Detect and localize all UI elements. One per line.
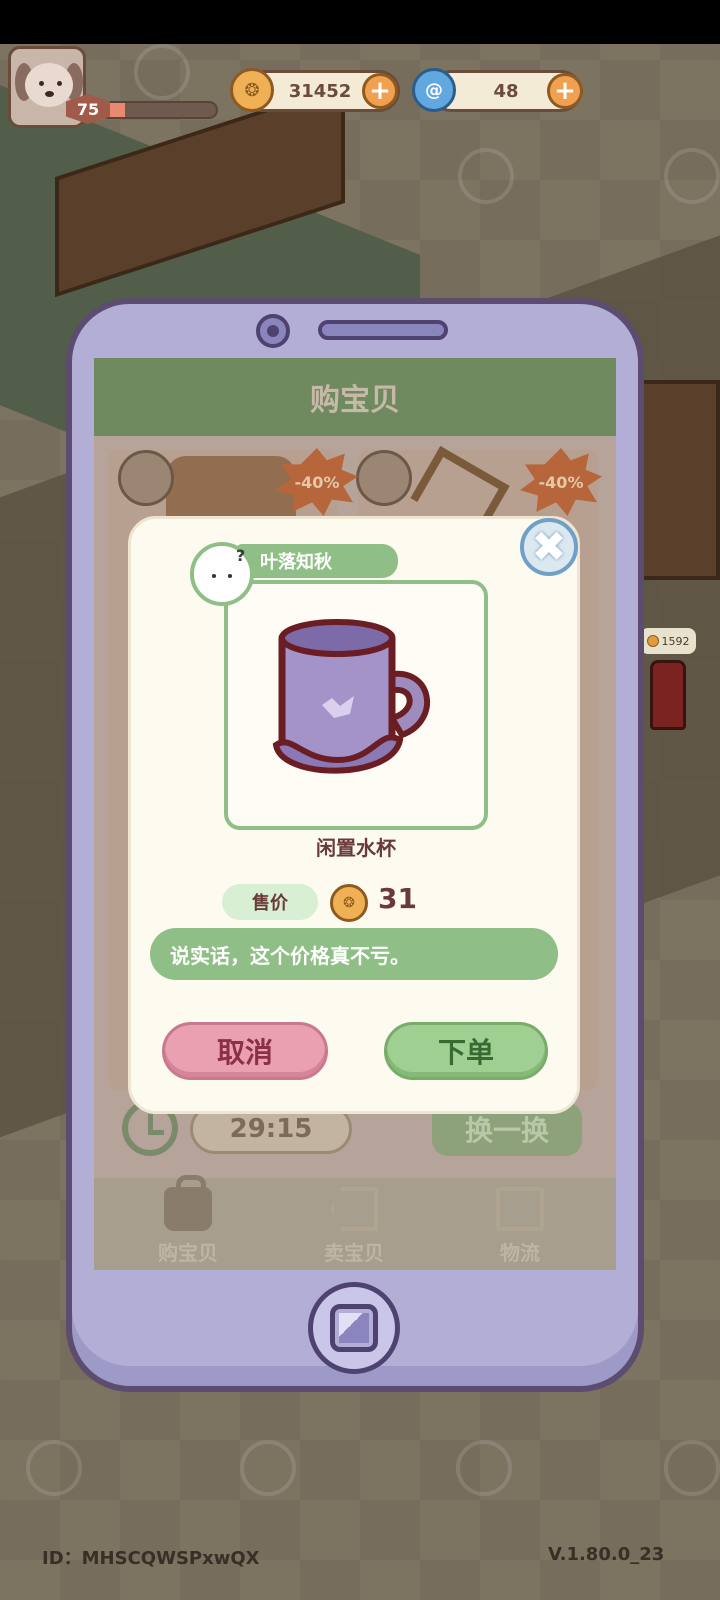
seller-name-tag: 叶落知秋 bbox=[236, 544, 398, 578]
nav-item-sell[interactable]: 卖宝贝 bbox=[294, 1180, 414, 1270]
screen-title: 购宝贝 bbox=[310, 383, 400, 418]
avatar-nose bbox=[45, 91, 54, 97]
home-square-icon bbox=[330, 1304, 378, 1352]
window-shelf bbox=[640, 380, 720, 580]
place-order-button[interactable]: 下单 bbox=[384, 1022, 548, 1080]
xp-progress-bar bbox=[100, 101, 218, 119]
avatar-eye bbox=[57, 81, 62, 86]
mailbox[interactable] bbox=[650, 660, 686, 730]
app-version: V.1.80.0_23 bbox=[548, 1544, 665, 1565]
mailbox-coin-count: 1592 bbox=[661, 634, 690, 648]
mailbox-coin-badge[interactable]: 1592 bbox=[640, 628, 696, 654]
discount-text: -40% bbox=[538, 472, 584, 492]
price-tag-icon bbox=[330, 1187, 378, 1231]
avatar-eye bbox=[212, 574, 216, 578]
seller-comment-text: 说实话，这个价格真不亏。 bbox=[170, 943, 410, 968]
discount-text: -40% bbox=[294, 472, 340, 492]
avatar-face bbox=[25, 63, 73, 107]
swirl-gem-icon: @ bbox=[412, 68, 456, 112]
price-value: 31 bbox=[378, 882, 417, 915]
cat-seller-avatar bbox=[356, 450, 412, 506]
add-coins-button[interactable]: + bbox=[362, 73, 398, 109]
nav-item-buy[interactable]: 购宝贝 bbox=[128, 1175, 248, 1270]
shopping-bag-icon bbox=[164, 1175, 212, 1231]
sun-pattern-icon bbox=[26, 1440, 82, 1496]
phone-speaker bbox=[318, 320, 448, 340]
coin-icon: ❂ bbox=[230, 68, 274, 112]
phone-screen-header: 购宝贝 bbox=[94, 358, 616, 436]
sun-pattern-icon bbox=[240, 1440, 296, 1496]
avatar-eye bbox=[228, 574, 232, 578]
sun-pattern-icon bbox=[134, 44, 190, 100]
coin-icon: ❂ bbox=[330, 884, 368, 922]
add-gems-button[interactable]: + bbox=[547, 73, 583, 109]
nav-item-logistics[interactable]: 物流 bbox=[460, 1180, 580, 1270]
mug-item-icon bbox=[272, 619, 430, 774]
nav-label: 物流 bbox=[500, 1241, 540, 1265]
gem-amount: 48 bbox=[493, 80, 519, 102]
phone-camera bbox=[256, 314, 290, 348]
sun-pattern-icon bbox=[458, 148, 514, 204]
sun-pattern-icon bbox=[664, 1440, 720, 1496]
seller-comment: 说实话，这个价格真不亏。 bbox=[150, 928, 558, 980]
close-button[interactable]: ✖ bbox=[520, 518, 578, 576]
item-name: 闲置水杯 bbox=[316, 836, 396, 860]
cancel-button[interactable]: 取消 bbox=[162, 1022, 328, 1080]
coin-icon bbox=[646, 635, 659, 647]
nav-label: 卖宝贝 bbox=[324, 1241, 384, 1265]
sun-pattern-icon bbox=[664, 148, 720, 204]
chick-seller-avatar bbox=[118, 450, 174, 506]
coin-amount: 31452 bbox=[288, 80, 352, 102]
package-box-icon bbox=[496, 1187, 544, 1231]
price-label: 售价 bbox=[222, 884, 318, 920]
seller-unknown-mark: ? bbox=[236, 546, 246, 565]
seller-name: 叶落知秋 bbox=[260, 552, 332, 573]
avatar-eye bbox=[39, 81, 44, 86]
system-status-bar bbox=[0, 0, 720, 44]
player-id: ID：MHSCQWSPxwQX bbox=[42, 1548, 260, 1569]
sun-pattern-icon bbox=[456, 1440, 512, 1496]
nav-label: 购宝贝 bbox=[158, 1241, 218, 1265]
